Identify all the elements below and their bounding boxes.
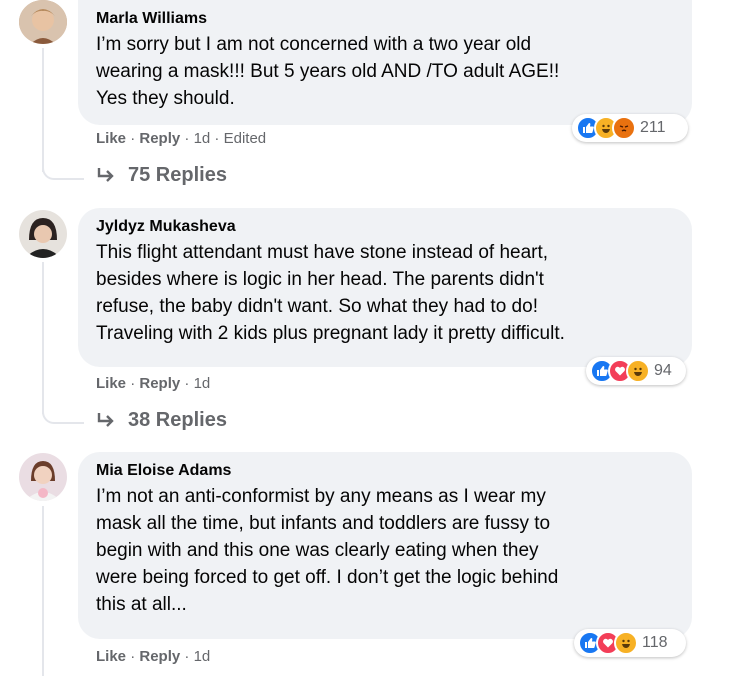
separator: ·: [130, 375, 140, 392]
reaction-count: 94: [654, 362, 672, 379]
separator: ·: [130, 130, 140, 147]
separator: ·: [130, 648, 140, 665]
reply-button[interactable]: Reply: [139, 130, 180, 147]
like-button[interactable]: Like: [96, 130, 126, 147]
haha-icon: [614, 631, 638, 655]
reply-button[interactable]: Reply: [139, 375, 180, 392]
reaction-summary[interactable]: 94: [586, 357, 686, 385]
reaction-summary[interactable]: 211: [572, 114, 688, 142]
thread-connector: [42, 150, 84, 180]
angry-icon: [612, 116, 636, 140]
reaction-summary[interactable]: 118: [574, 629, 686, 657]
thread-line: [42, 506, 44, 676]
separator: ·: [184, 648, 194, 665]
like-button[interactable]: Like: [96, 648, 126, 665]
replies-count: 75 Replies: [128, 164, 227, 186]
haha-icon: [626, 359, 650, 383]
avatar[interactable]: [19, 453, 67, 501]
reply-button[interactable]: Reply: [139, 648, 180, 665]
reaction-count: 118: [642, 634, 668, 651]
timestamp[interactable]: 1d: [194, 375, 211, 392]
timestamp[interactable]: 1d: [194, 130, 211, 147]
replies-count: 38 Replies: [128, 409, 227, 431]
comment-author[interactable]: Marla Williams: [96, 9, 676, 29]
comment-actions: Like · Reply · 1d · Edited: [96, 130, 266, 148]
thread-connector: [42, 394, 84, 424]
comment-author[interactable]: Jyldyz Mukasheva: [96, 217, 676, 237]
avatar[interactable]: [19, 210, 67, 258]
comment-text: I’m not an anti-conformist by any means …: [96, 486, 559, 615]
comment-bubble: Jyldyz Mukasheva This flight attendant m…: [78, 208, 692, 367]
separator: ·: [184, 130, 194, 147]
timestamp[interactable]: 1d: [194, 648, 211, 665]
view-replies-link[interactable]: 75 Replies: [96, 164, 227, 187]
edited-label: Edited: [223, 130, 267, 147]
separator: ·: [214, 130, 224, 147]
reply-arrow-icon: [97, 412, 114, 427]
comment-bubble: Marla Williams I’m sorry but I am not co…: [78, 0, 692, 125]
comment-author[interactable]: Mia Eloise Adams: [96, 461, 676, 481]
reaction-count: 211: [640, 119, 666, 136]
separator: ·: [184, 375, 194, 392]
comment-text: I’m sorry but I am not concerned with a …: [96, 34, 560, 109]
comment-bubble: Mia Eloise Adams I’m not an anti-conform…: [78, 452, 692, 639]
comment-text: This flight attendant must have stone in…: [96, 242, 565, 344]
comment-actions: Like · Reply · 1d: [96, 648, 210, 666]
comment-actions: Like · Reply · 1d: [96, 375, 210, 393]
avatar[interactable]: [19, 0, 67, 44]
reply-arrow-icon: [97, 167, 114, 182]
thread-line: [42, 262, 44, 414]
like-button[interactable]: Like: [96, 375, 126, 392]
view-replies-link[interactable]: 38 Replies: [96, 409, 227, 432]
